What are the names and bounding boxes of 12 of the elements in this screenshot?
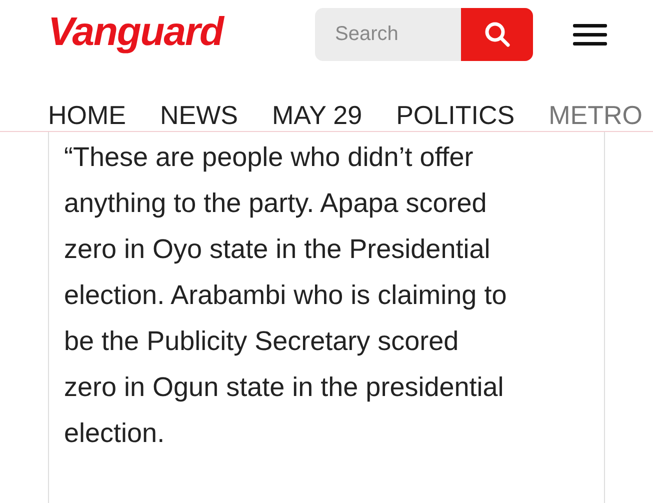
nav-link[interactable]: MAY 29 [272,100,362,131]
nav-link[interactable]: METRO [548,100,642,131]
menu-icon [573,23,607,47]
menu-button[interactable] [573,23,607,47]
search-button[interactable] [461,8,533,60]
nav-link[interactable]: HOME [48,100,126,131]
logo[interactable]: Vanguard [48,10,223,54]
nav-link[interactable]: NEWS [160,100,238,131]
search-field[interactable]: Search [315,8,461,60]
quote-text: “These are people who didn’t offer anything to the party. Apapa scored zero in Oyo state in the Presidential election. Arabambi who is claiming to be the Publicity Secretary scored zero in Ogun state in the presidential election. [64,141,508,450]
search-icon [484,21,510,47]
nav-link[interactable]: POLITICS [396,100,515,131]
